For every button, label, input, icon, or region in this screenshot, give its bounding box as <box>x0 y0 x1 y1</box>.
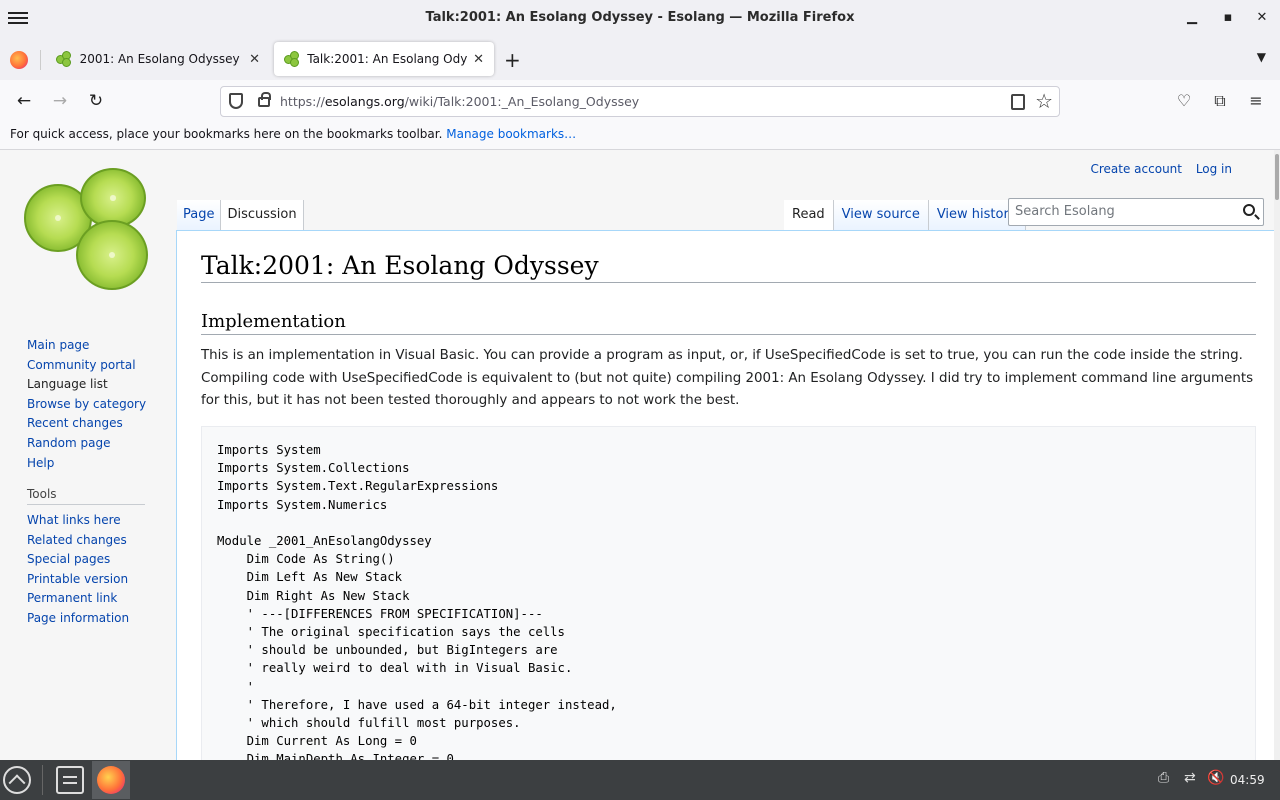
tab-page[interactable]: Page <box>177 200 222 230</box>
tab-separator <box>40 50 41 70</box>
lime-favicon-icon <box>56 51 72 67</box>
search-box <box>1008 198 1264 226</box>
tab-view-source[interactable]: View source <box>833 200 929 230</box>
sidebar-item-community-portal[interactable]: Community portal <box>27 356 146 376</box>
page-scrollbar[interactable] <box>1274 150 1280 760</box>
start-menu-icon[interactable] <box>3 766 31 794</box>
app-menu-icon[interactable]: ≡ <box>1245 90 1267 112</box>
sidebar-item-help[interactable]: Help <box>27 454 146 474</box>
sidebar-item-related-changes[interactable]: Related changes <box>27 531 129 551</box>
tools-heading: Tools <box>27 487 145 505</box>
namespace-tabs: Page Discussion <box>177 200 304 230</box>
pocket-icon[interactable]: ♡ <box>1173 90 1195 112</box>
tab-read[interactable]: Read <box>784 200 834 230</box>
sidebar-item-recent-changes[interactable]: Recent changes <box>27 414 146 434</box>
lime-slice <box>76 220 148 290</box>
sidebar-navigation: Main page Community portal Language list… <box>27 336 146 473</box>
article-paragraph: This is an implementation in Visual Basi… <box>201 348 1254 408</box>
url-path: /wiki/Talk:2001:_An_Esolang_Odyssey <box>404 94 640 109</box>
lime-favicon-icon <box>284 51 299 67</box>
url-domain: esolangs.org <box>324 94 405 109</box>
search-icon[interactable] <box>1243 204 1255 216</box>
reader-view-icon[interactable] <box>1011 94 1025 110</box>
sidebar-item-printable-version[interactable]: Printable version <box>27 570 129 590</box>
section-heading: Implementation <box>201 311 1256 335</box>
bookmarks-hint: For quick access, place your bookmarks h… <box>10 127 443 141</box>
os-taskbar <box>0 760 1280 800</box>
scrollbar-thumb[interactable] <box>1275 154 1279 200</box>
sidebar-item-page-information[interactable]: Page information <box>27 609 129 629</box>
url-prefix: https:// <box>280 94 325 109</box>
web-page: Create account Log in Page Discussion Re… <box>0 150 1280 760</box>
printer-icon[interactable]: ⎙ <box>1158 770 1169 786</box>
login-link[interactable]: Log in <box>1196 162 1232 176</box>
back-arrow-icon[interactable]: ← <box>13 90 35 112</box>
sidebar-item-special-pages[interactable]: Special pages <box>27 550 129 570</box>
view-tabs: Read View source View history <box>784 200 1026 230</box>
volume-muted-icon[interactable]: 🔇 <box>1207 770 1224 786</box>
reload-icon[interactable]: ↻ <box>85 90 107 112</box>
tab-close-icon[interactable]: ✕ <box>249 52 260 67</box>
clock[interactable]: 04:59 <box>1230 773 1265 787</box>
tab-discussion[interactable]: Discussion <box>221 200 304 230</box>
sidebar-item-language-list[interactable]: Language list <box>27 375 146 395</box>
firefox-icon <box>97 766 125 794</box>
tab-talk[interactable]: Talk:2001: An Esolang Odyssey ✕ <box>274 42 494 76</box>
bookmarks-toolbar: For quick access, place your bookmarks h… <box>0 122 1280 150</box>
personal-tools: Create account Log in <box>1080 162 1232 176</box>
window-title: Talk:2001: An Esolang Odyssey - Esolang … <box>425 10 855 25</box>
article-content: Talk:2001: An Esolang Odyssey Implementa… <box>176 230 1280 760</box>
forward-arrow-icon[interactable]: → <box>49 90 71 112</box>
create-account-link[interactable]: Create account <box>1090 162 1182 176</box>
sidebar-item-random-page[interactable]: Random page <box>27 434 146 454</box>
tracking-shield-icon[interactable] <box>229 93 243 109</box>
manage-bookmarks-link[interactable]: Manage bookmarks… <box>446 127 576 141</box>
firefox-view-icon[interactable] <box>10 51 28 69</box>
tab-close-icon[interactable]: ✕ <box>473 52 484 67</box>
window-titlebar: Talk:2001: An Esolang Odyssey - Esolang … <box>0 0 1280 36</box>
network-icon[interactable]: ⇄ <box>1184 770 1196 786</box>
tab-label: Talk:2001: An Esolang Odyssey <box>307 52 468 66</box>
url-bar[interactable]: https://esolangs.org/wiki/Talk:2001:_An_… <box>220 86 1060 117</box>
close-window-icon[interactable]: ✕ <box>1252 8 1272 28</box>
esolang-logo[interactable] <box>24 168 152 292</box>
code-block: Imports System Imports System.Collection… <box>201 426 1256 760</box>
taskbar-separator <box>42 765 43 795</box>
minimize-icon[interactable]: ▁ <box>1182 8 1202 28</box>
sidebar-tools: What links here Related changes Special … <box>27 511 129 629</box>
sidebar-item-main-page[interactable]: Main page <box>27 336 146 356</box>
lime-slice <box>80 168 146 228</box>
file-manager-icon[interactable] <box>56 766 84 794</box>
new-tab-icon[interactable]: + <box>504 48 521 72</box>
firefox-taskbar-button[interactable] <box>92 761 130 799</box>
sidebar-item-what-links-here[interactable]: What links here <box>27 511 129 531</box>
extensions-icon[interactable]: ⧉ <box>1209 90 1231 112</box>
page-title: Talk:2001: An Esolang Odyssey <box>201 251 1256 283</box>
search-input[interactable] <box>1015 204 1235 219</box>
tab-list-chevron-icon[interactable]: ▼ <box>1257 50 1266 64</box>
sidebar-item-permanent-link[interactable]: Permanent link <box>27 589 129 609</box>
url-text[interactable]: https://esolangs.org/wiki/Talk:2001:_An_… <box>280 94 639 109</box>
lock-icon[interactable] <box>258 92 271 107</box>
bookmark-star-icon[interactable]: ☆ <box>1035 89 1053 113</box>
maximize-icon[interactable]: ▪ <box>1218 8 1238 28</box>
tab-label: 2001: An Esolang Odyssey - Esolang <box>79 52 244 66</box>
sidebar-item-browse-by-category[interactable]: Browse by category <box>27 395 146 415</box>
tab-article[interactable]: 2001: An Esolang Odyssey - Esolang ✕ <box>46 42 270 76</box>
